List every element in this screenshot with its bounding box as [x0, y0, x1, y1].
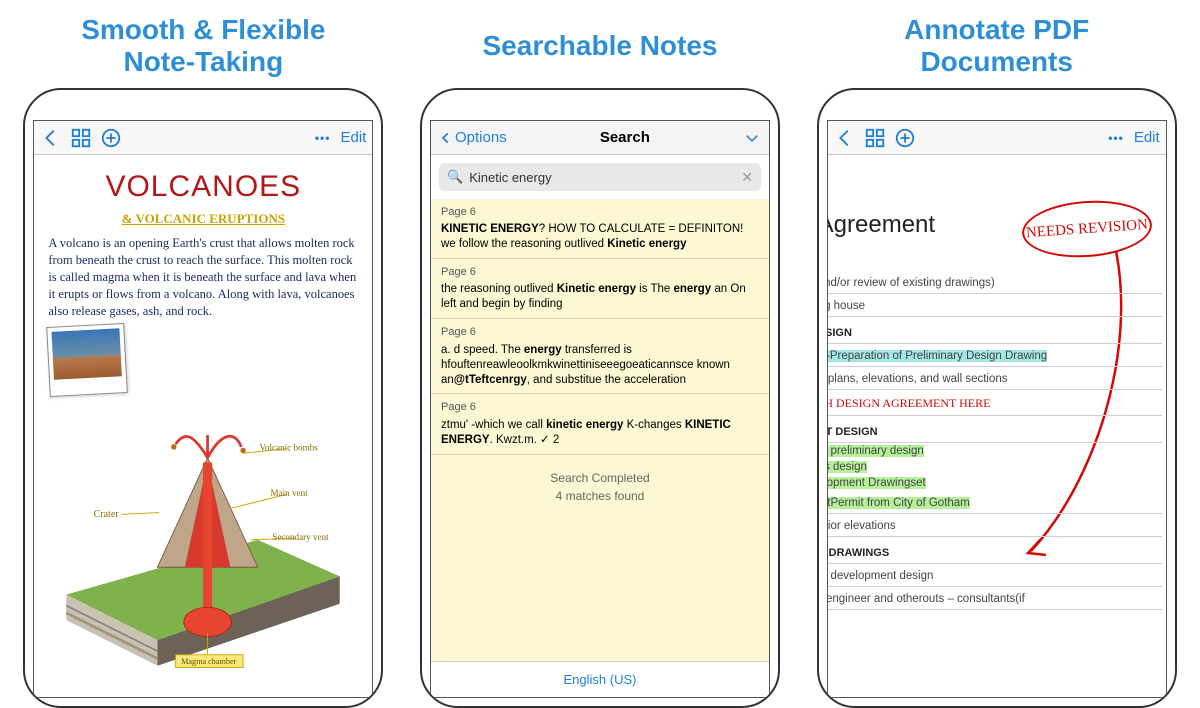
- search-value: Kinetic energy: [469, 170, 741, 185]
- pdf-line: o tPermit from City of Gotham: [828, 491, 1162, 514]
- back-icon[interactable]: Options: [439, 129, 507, 146]
- headline-flexible: Smooth & Flexible Note-Taking: [81, 10, 325, 82]
- search-result[interactable]: Page 6 ztmu' -which we call kinetic ener…: [431, 394, 769, 454]
- volcano-diagram: Crater Volcanic bombs Main vent Secondar…: [48, 419, 358, 679]
- grid-icon[interactable]: [70, 127, 92, 149]
- search-result[interactable]: Page 6 the reasoning outlived Kinetic en…: [431, 259, 769, 319]
- add-icon[interactable]: [100, 127, 122, 149]
- pdf-line: elopment Drawingset: [828, 475, 1162, 491]
- pdf-line: of preliminary design: [828, 443, 1162, 459]
- pdf-section: ESIGN: [828, 317, 1162, 344]
- back-label[interactable]: Options: [455, 129, 507, 146]
- label-main-vent: Main vent: [271, 489, 309, 499]
- clear-icon[interactable]: ✕: [741, 169, 753, 186]
- note-subtitle: & VOLCANIC ERUPTIONS: [48, 210, 358, 228]
- headline-annotate: Annotate PDF Documents: [904, 10, 1089, 82]
- pdf-line: s–Preparation of Preliminary Design Draw…: [828, 344, 1162, 367]
- note-title: VOLCANOES: [48, 167, 358, 208]
- pdf-line: ng house: [828, 294, 1162, 317]
- nav-bar: ••• Edit: [34, 121, 372, 155]
- search-result[interactable]: Page 6 KINETIC ENERGY? HOW TO CALCULATE …: [431, 199, 769, 259]
- search-result[interactable]: Page 6 a. d speed. The energy transferre…: [431, 319, 769, 394]
- add-icon[interactable]: [894, 127, 916, 149]
- search-status: Search Completed 4 matches found: [431, 455, 769, 519]
- chevron-down-icon[interactable]: [743, 127, 761, 149]
- pdf-section: N DRAWINGS: [828, 537, 1162, 564]
- pdf-section: NT DESIGN: [828, 416, 1162, 443]
- nav-bar: ••• Edit: [828, 121, 1166, 155]
- phone-mockup-search: Options Search 🔍 Kinetic energy ✕ Page 6…: [420, 88, 780, 708]
- pdf-line: il engineer and otherouts – consultants(…: [828, 587, 1162, 610]
- grid-icon[interactable]: [864, 127, 886, 149]
- phone-mockup-notes: ••• Edit VOLCANOES & VOLCANIC ERUPTIONS …: [23, 88, 383, 708]
- label-bombs: Volcanic bombs: [260, 443, 319, 453]
- pdf-line: and/or review of existing drawings): [828, 271, 1162, 294]
- edit-button[interactable]: Edit: [340, 129, 366, 146]
- more-icon[interactable]: •••: [315, 131, 331, 145]
- photo-thumbnail: [47, 323, 129, 397]
- phone-mockup-pdf: ••• Edit NEEDS REVISION Agreement and/or…: [817, 88, 1177, 708]
- pdf-line: of development design: [828, 564, 1162, 587]
- language-selector[interactable]: English (US): [431, 661, 769, 697]
- label-magma-chamber: Magma chamber: [181, 657, 237, 666]
- nav-bar: Options Search: [431, 121, 769, 155]
- label-crater: Crater: [94, 510, 120, 521]
- search-results: Page 6 KINETIC ENERGY? HOW TO CALCULATE …: [431, 199, 769, 661]
- back-icon[interactable]: [834, 127, 856, 149]
- pdf-canvas[interactable]: NEEDS REVISION Agreement and/or review o…: [828, 155, 1166, 697]
- note-paragraph: A volcano is an opening Earth's crust th…: [48, 235, 358, 319]
- annotation-text: PH DESIGN AGREEMENT HERE: [828, 390, 1162, 416]
- pdf-line: orplans, elevations, and wall sections: [828, 367, 1162, 390]
- note-canvas[interactable]: VOLCANOES & VOLCANIC ERUPTIONS A volcano…: [34, 155, 372, 697]
- label-secondary-vent: Secondary vent: [273, 532, 330, 542]
- more-icon[interactable]: •••: [1108, 131, 1124, 145]
- search-input[interactable]: 🔍 Kinetic energy ✕: [439, 163, 761, 191]
- headline-searchable: Searchable Notes: [483, 10, 718, 82]
- pdf-line: es design: [828, 459, 1162, 475]
- edit-button[interactable]: Edit: [1134, 129, 1160, 146]
- pdf-title: Agreement: [828, 195, 1162, 245]
- screen-title: Search: [507, 129, 743, 146]
- back-icon[interactable]: [40, 127, 62, 149]
- pdf-line: erior elevations: [828, 514, 1162, 537]
- search-icon: 🔍: [447, 169, 463, 185]
